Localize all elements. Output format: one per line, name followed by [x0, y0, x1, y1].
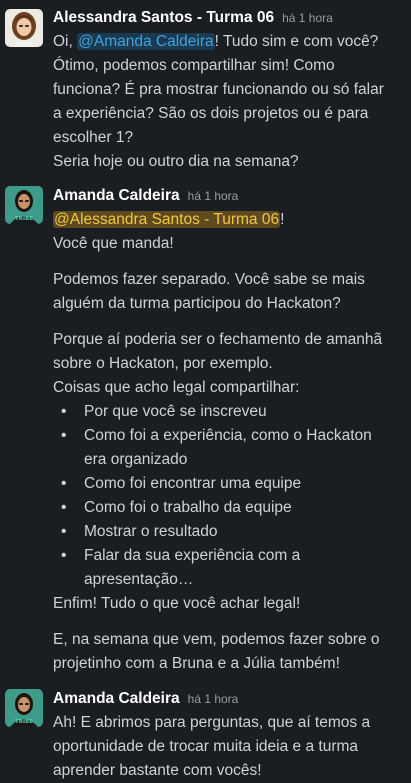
message-line: oportunidade de trocar muita ideia e a t… [53, 738, 359, 755]
list-item: • Como foi encontrar uma equipe [53, 472, 401, 496]
author-name[interactable]: Amanda Caldeira [53, 687, 180, 711]
timestamp[interactable]: há 1 hora [188, 184, 239, 208]
message-line: alguém da turma participou do Hackaton? [53, 295, 341, 312]
svg-text:TRIBE: TRIBE [15, 216, 33, 222]
user-avatar-woman-light-icon [5, 9, 43, 47]
bullet-icon: • [61, 523, 67, 540]
list-item: • Mostrar o resultado [53, 520, 401, 544]
bullet-icon: • [61, 427, 67, 444]
bullet-icon: • [61, 547, 67, 564]
message-line: projetinho com a Bruna e a Júlia também! [53, 655, 340, 672]
message-line: Ótimo, podemos compartilhar sim! Como [53, 57, 335, 74]
message-1: Alessandra Santos - Turma 06 há 1 hora O… [0, 6, 411, 174]
svg-text:TRIBE: TRIBE [15, 719, 33, 725]
message-line: Ah! E abrimos para perguntas, que aí tem… [53, 714, 371, 731]
message-line: a experiência? São os dois projetos ou é… [53, 105, 369, 122]
author-name[interactable]: Alessandra Santos - Turma 06 [53, 6, 274, 30]
bullet-icon: • [61, 499, 67, 516]
timestamp[interactable]: há 1 hora [282, 6, 333, 30]
list-item: • Por que você se inscreveu [53, 400, 401, 424]
message-line: E, na semana que vem, podemos fazer sobr… [53, 631, 380, 648]
user-mention-highlighted[interactable]: @Alessandra Santos - Turma 06 [53, 211, 281, 228]
message-line: @Alessandra Santos - Turma 06! [53, 211, 285, 228]
message-line: Porque aí poderia ser o fechamento de am… [53, 331, 383, 348]
user-mention[interactable]: @Amanda Caldeira [77, 33, 215, 50]
message-line: Você que manda! [53, 235, 174, 252]
list-item: • Falar da sua experiência com a apresenta… [53, 544, 401, 592]
message-line: Enfim! Tudo o que você achar legal! [53, 595, 301, 612]
timestamp[interactable]: há 1 hora [188, 687, 239, 711]
message-line: aprender bastante com vocês! [53, 762, 262, 779]
bullet-icon: • [61, 475, 67, 492]
message-line: sobre o Hackaton, por exemplo. [53, 355, 273, 372]
user-avatar-woman-tribe-shirt-icon: TRIBE [5, 186, 43, 224]
user-avatar-woman-tribe-shirt-icon: TRIBE [5, 689, 43, 727]
message-line: Oi, @Amanda Caldeira! Tudo sim e com voc… [53, 33, 379, 50]
list-item: • Como foi a experiência, como o Hackaton… [53, 424, 401, 472]
avatar-amanda[interactable]: TRIBE [5, 186, 43, 224]
avatar-amanda[interactable]: TRIBE [5, 689, 43, 727]
message-line: escolher 1? [53, 129, 134, 146]
bullet-icon: • [61, 403, 67, 420]
avatar-alessandra[interactable] [5, 9, 43, 47]
message-line: Seria hoje ou outro dia na semana? [53, 153, 299, 170]
message-3: TRIBE Amanda Caldeira há 1 hora Ah! E ab… [0, 687, 411, 783]
bullet-list: • Por que você se inscreveu • Como foi a e… [53, 400, 401, 592]
message-line: Coisas que acho legal compartilhar: [53, 379, 300, 396]
message-2: TRIBE Amanda Caldeira há 1 hora @Alessan… [0, 184, 411, 676]
message-line: Podemos fazer separado. Você sabe se mai… [53, 271, 365, 288]
list-item: • Como foi o trabalho da equipe [53, 496, 401, 520]
message-line: funciona? É pra mostrar funcionando ou s… [53, 81, 384, 98]
author-name[interactable]: Amanda Caldeira [53, 184, 180, 208]
